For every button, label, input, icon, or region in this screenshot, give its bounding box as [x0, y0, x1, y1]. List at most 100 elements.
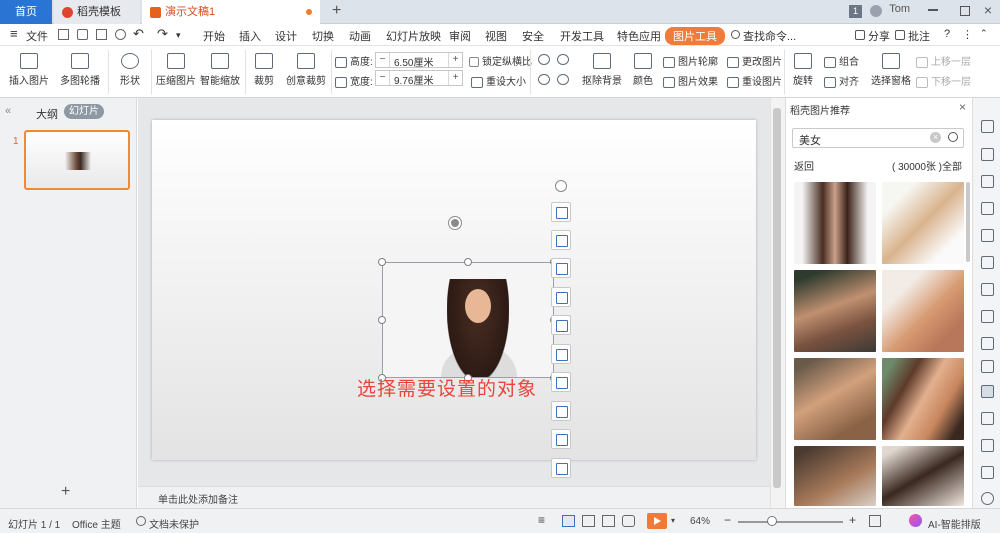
result-count[interactable]: ( 30000张 )全部: [892, 158, 962, 173]
notes-bar[interactable]: 单击此处添加备注: [138, 486, 770, 508]
print-icon[interactable]: [96, 29, 107, 40]
contrast-down-button[interactable]: [557, 74, 572, 85]
canvas-scrollbar[interactable]: [770, 98, 785, 508]
brightness-up-button[interactable]: [538, 54, 553, 65]
add-slide-button[interactable]: +: [61, 483, 70, 501]
maximize-icon[interactable]: [960, 6, 970, 16]
contrast-up-button[interactable]: [557, 54, 572, 65]
tab-template[interactable]: 稻壳模板: [54, 0, 140, 24]
zoom-out-button[interactable]: −: [724, 513, 731, 527]
recommended-picture[interactable]: [882, 270, 964, 352]
menu-item-developer[interactable]: 开发工具: [560, 28, 604, 44]
minimize-icon[interactable]: [928, 9, 938, 11]
zoom-float-icon[interactable]: [551, 287, 571, 307]
more-icon[interactable]: ⋮: [962, 28, 973, 41]
ocr-float-icon[interactable]: [551, 372, 571, 392]
recommended-picture[interactable]: [882, 182, 964, 264]
outline-float-icon[interactable]: [551, 458, 571, 478]
preview-icon[interactable]: [115, 29, 126, 40]
command-search[interactable]: 查找命令...: [743, 28, 796, 44]
picture-search-input[interactable]: 美女 ×: [792, 128, 964, 148]
collapse-toolbar-icon[interactable]: [555, 180, 567, 192]
zoom-slider-knob[interactable]: [767, 516, 777, 526]
recommended-picture[interactable]: [794, 358, 876, 440]
copy-icon[interactable]: [981, 148, 994, 161]
resize-handle-n[interactable]: [464, 258, 472, 266]
menu-item-insert[interactable]: 插入: [239, 28, 261, 44]
recommended-picture[interactable]: [794, 182, 876, 264]
quick-access-menu-icon[interactable]: ▾: [176, 30, 181, 41]
height-increase-button[interactable]: +: [448, 53, 462, 67]
play-slideshow-button[interactable]: [647, 513, 667, 529]
sorter-view-icon[interactable]: [582, 515, 595, 527]
split-float-icon[interactable]: [551, 258, 571, 278]
menu-item-home[interactable]: 开始: [203, 28, 225, 44]
compress-picture-button[interactable]: 压缩图片: [155, 53, 197, 87]
insert-picture-button[interactable]: 插入图片: [6, 53, 52, 87]
rotate-button[interactable]: 旋转: [788, 53, 818, 87]
brightness-down-button[interactable]: [538, 74, 553, 85]
help-icon[interactable]: ?: [944, 28, 950, 40]
menu-item-review[interactable]: 审阅: [449, 28, 471, 44]
theme-name[interactable]: Office 主题: [72, 516, 121, 531]
picture-outline-button[interactable]: 图片轮廓: [663, 53, 718, 68]
remove-background-button[interactable]: 抠除背景: [578, 53, 626, 87]
send-backward-button[interactable]: 下移一层: [916, 73, 971, 88]
panel-scroll-thumb[interactable]: [966, 182, 970, 262]
smart-zoom-button[interactable]: 智能缩放: [200, 53, 240, 87]
search-query[interactable]: 美女: [799, 132, 821, 148]
menu-item-special[interactable]: 特色应用: [617, 28, 661, 44]
hamburger-icon[interactable]: ≡: [10, 26, 18, 41]
selected-picture[interactable]: [382, 262, 554, 378]
tab-home[interactable]: 首页: [0, 0, 52, 24]
translate-float-icon[interactable]: [551, 401, 571, 421]
download-icon[interactable]: [981, 439, 994, 452]
play-options-icon[interactable]: ▾: [671, 516, 675, 525]
audio-icon[interactable]: [981, 412, 994, 425]
rotate-handle[interactable]: [449, 217, 461, 229]
presenter-view-icon[interactable]: [622, 515, 635, 527]
pin-icon[interactable]: [981, 120, 994, 133]
fit-window-icon[interactable]: [869, 515, 881, 527]
width-spinner[interactable]: −9.76厘米 +: [375, 70, 463, 87]
share-side-icon[interactable]: [981, 466, 994, 479]
crop-float-icon[interactable]: [551, 202, 571, 222]
reset-picture-button[interactable]: 重设图片: [727, 73, 782, 88]
avatar[interactable]: [870, 5, 882, 17]
tab-document[interactable]: 演示文稿1: [142, 0, 320, 24]
clarity-float-icon[interactable]: [551, 315, 571, 335]
remove-bg-float-icon[interactable]: [551, 230, 571, 250]
export-icon[interactable]: [77, 29, 88, 40]
reset-size-button[interactable]: 重设大小: [471, 73, 526, 88]
recommended-picture[interactable]: [794, 270, 876, 352]
height-decrease-button[interactable]: −: [376, 53, 390, 67]
multi-outline-button[interactable]: 多图轮播: [58, 53, 102, 87]
align-button[interactable]: 对齐: [824, 73, 859, 88]
back-link[interactable]: 返回: [794, 158, 814, 173]
search-icon[interactable]: [948, 132, 958, 142]
comment-button[interactable]: 批注: [908, 28, 930, 44]
close-panel-icon[interactable]: ×: [959, 100, 966, 114]
resize-handle-w[interactable]: [378, 316, 386, 324]
collapse-ribbon-icon[interactable]: ⌃: [980, 28, 988, 39]
undo-icon[interactable]: ↶: [133, 26, 144, 42]
clear-search-icon[interactable]: ×: [930, 132, 941, 143]
resize-handle-nw[interactable]: [378, 258, 386, 266]
recommended-picture[interactable]: [882, 446, 964, 506]
share-button[interactable]: 分享: [868, 28, 890, 44]
slide[interactable]: 选择需要设置的对象: [152, 120, 756, 460]
layers-icon[interactable]: [981, 256, 994, 269]
width-increase-button[interactable]: +: [448, 71, 462, 85]
group-button[interactable]: 组合: [824, 53, 859, 68]
close-icon[interactable]: ×: [984, 2, 992, 18]
adjust-icon[interactable]: [981, 283, 994, 296]
bring-forward-button[interactable]: 上移一层: [916, 53, 971, 68]
panel-title[interactable]: 稻壳图片推荐: [790, 102, 850, 117]
image-search-icon[interactable]: [981, 310, 994, 323]
slide-thumbnail[interactable]: [24, 130, 130, 190]
collapse-panel-icon[interactable]: «: [5, 105, 11, 117]
width-decrease-button[interactable]: −: [376, 71, 390, 85]
compress-float-icon[interactable]: [551, 344, 571, 364]
picture-panel-icon[interactable]: [981, 385, 994, 398]
notes-placeholder[interactable]: 单击此处添加备注: [158, 491, 238, 506]
